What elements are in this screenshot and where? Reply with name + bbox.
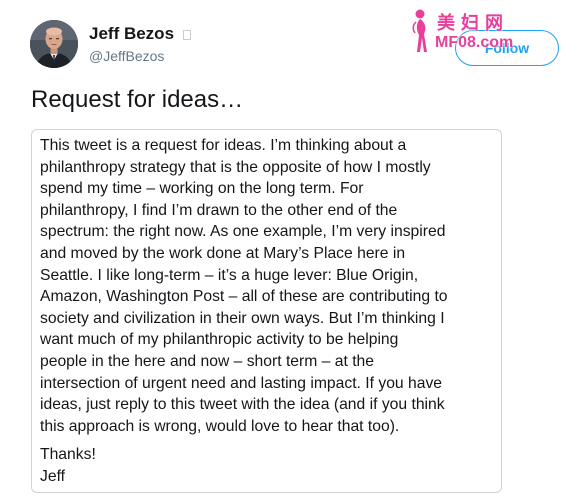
- letter-signoff: Thanks! Jeff: [40, 446, 96, 485]
- verified-badge-icon: [183, 30, 191, 40]
- letter-image[interactable]: This tweet is a request for ideas. I’m t…: [31, 129, 502, 493]
- author-handle[interactable]: @JeffBezos: [89, 48, 164, 64]
- author-avatar[interactable]: [30, 20, 78, 68]
- author-display-name[interactable]: Jeff Bezos: [89, 24, 174, 44]
- follow-button[interactable]: Follow: [455, 30, 559, 66]
- watermark-figure-icon: [412, 9, 427, 52]
- avatar-portrait-icon: [30, 20, 78, 68]
- tweet-page: Jeff Bezos @JeffBezos Follow 美妇网 MF08.co…: [0, 0, 578, 498]
- letter-body: This tweet is a request for ideas. I’m t…: [40, 137, 448, 435]
- tweet-text: Request for ideas…: [31, 86, 244, 113]
